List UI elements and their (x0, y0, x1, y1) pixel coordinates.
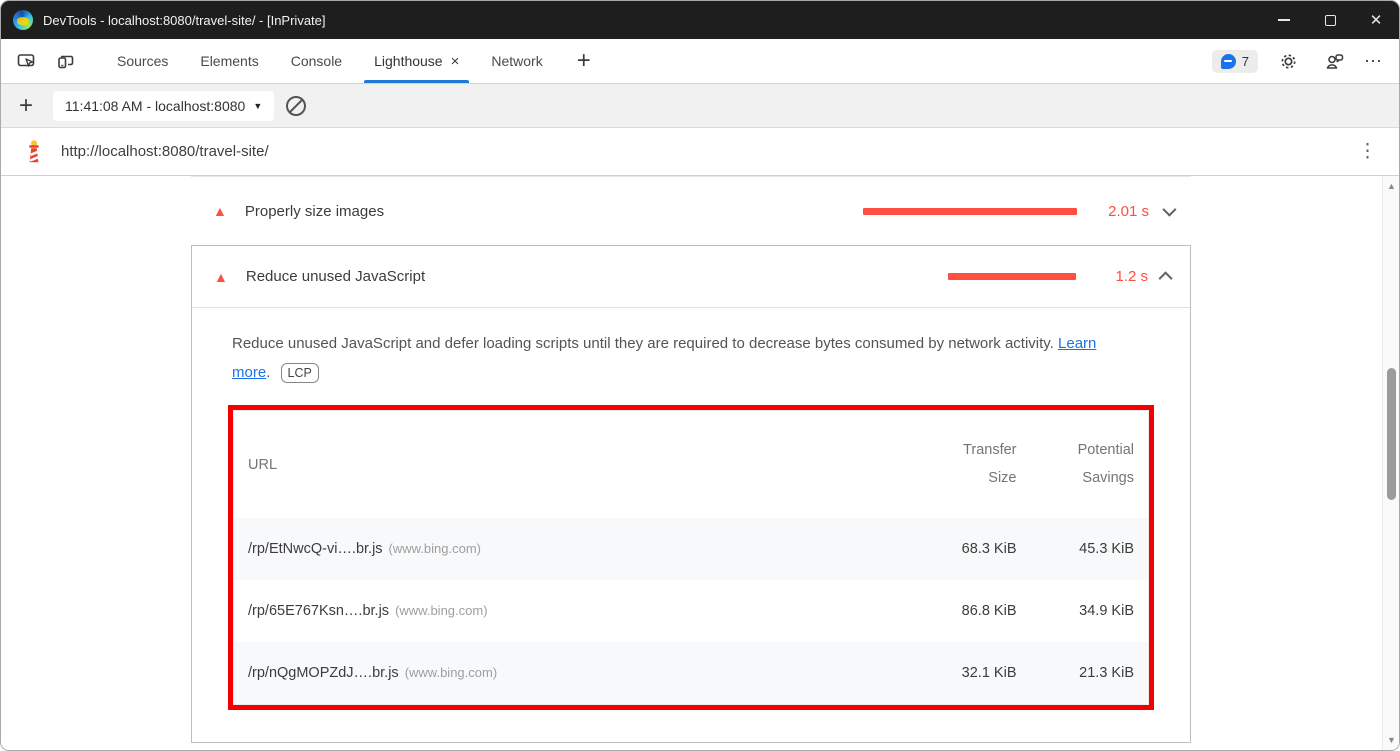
audit-title: Properly size images (244, 202, 385, 220)
highlighted-table-region: URL Transfer Size Potential Savings /rp/… (228, 405, 1154, 711)
transfer-size-cell: 32.1 KiB (961, 665, 1017, 682)
table-row: /rp/nQgMOPZdJ….br.js (www.bing.com) 32.1 … (233, 642, 1149, 705)
minimize-button[interactable] (1261, 1, 1307, 39)
tab-lighthouse[interactable]: Lighthouse × (358, 39, 475, 83)
devtools-window: DevTools - localhost:8080/travel-site/ -… (0, 0, 1400, 751)
maximize-icon (1324, 14, 1336, 26)
report-url-bar: http://localhost:8080/travel-site/ ⋮ (1, 128, 1399, 176)
tab-label: Console (290, 53, 343, 69)
fail-triangle-icon: ▲ (214, 268, 228, 285)
chevron-down-icon[interactable] (1162, 202, 1177, 217)
report-url: http://localhost:8080/travel-site/ (61, 143, 269, 160)
url-cell: /rp/EtNwcQ-vi….br.js (www.bing.com) (234, 518, 913, 580)
settings-button[interactable] (1272, 45, 1304, 77)
table-header-row: URL Transfer Size Potential Savings (234, 411, 1149, 519)
clear-reports-button[interactable] (286, 95, 307, 116)
audit-reduce-unused-javascript: ▲ Reduce unused JavaScript 1.2 s Reduce … (191, 245, 1191, 744)
maximize-button[interactable] (1307, 1, 1353, 39)
lighthouse-icon (29, 139, 39, 162)
fail-triangle-icon: ▲ (213, 203, 227, 219)
potential-savings-cell: 34.9 KiB (1079, 603, 1134, 620)
audit-impact-bar (948, 273, 1076, 280)
url-cell: /rp/nQgMOPZdJ….br.js (www.bing.com) (234, 642, 913, 705)
devtools-tab-bar: Sources Elements Console Lighthouse × Ne… (1, 39, 1399, 84)
table-row: /rp/65E767Ksn….br.js (www.bing.com) 86.8 … (234, 580, 1149, 642)
more-options-button[interactable]: ⋯ (1364, 51, 1383, 72)
lcp-metric-badge: LCP (280, 362, 319, 384)
resource-url: /rp/EtNwcQ-vi….br.js (248, 541, 383, 558)
report-content: ▲ Properly size images 2.01 s ▲ Reduce u… (1, 176, 1399, 750)
scroll-down-arrow[interactable]: ▼ (1383, 732, 1399, 748)
toggle-device-toolbar-button[interactable] (49, 45, 81, 77)
tab-sources[interactable]: Sources (101, 39, 184, 83)
audit-description: Reduce unused JavaScript and defer loadi… (192, 308, 1172, 387)
audit-value: 1.2 s (1115, 268, 1148, 285)
report-selector-label: 11:41:08 AM - localhost:8080 (65, 97, 246, 114)
devtools-toolbar-right: 7 ⋯ (1211, 39, 1399, 83)
audit-value: 2.01 s (1108, 202, 1149, 220)
unused-javascript-table: URL Transfer Size Potential Savings /rp/… (233, 410, 1149, 706)
scroll-up-arrow[interactable]: ▲ (1383, 178, 1399, 194)
audit-impact-bar (863, 207, 1077, 215)
new-report-button[interactable]: + (11, 92, 41, 120)
tab-label: Lighthouse (374, 53, 443, 69)
edge-logo-icon (13, 10, 33, 30)
tab-label: Sources (117, 53, 169, 69)
tab-label: Network (491, 53, 543, 69)
transfer-size-cell: 68.3 KiB (961, 541, 1017, 558)
scrollbar-thumb[interactable] (1387, 368, 1396, 500)
inspect-element-button[interactable] (11, 45, 43, 77)
add-tab-button[interactable]: + (559, 39, 609, 83)
gear-icon (1280, 53, 1296, 69)
audit-properly-size-images[interactable]: ▲ Properly size images 2.01 s (191, 177, 1191, 245)
resource-url: /rp/65E767Ksn….br.js (248, 603, 390, 620)
feedback-icon (1326, 54, 1344, 69)
device-toolbar-icon (58, 55, 74, 69)
inspect-icon (17, 54, 35, 67)
tab-label: Elements (200, 53, 259, 69)
audit-metric: 2.01 s (863, 202, 1177, 220)
audit-title: Reduce unused JavaScript (245, 268, 426, 285)
report-selector-dropdown[interactable]: 11:41:08 AM - localhost:8080 ▼ (53, 90, 275, 121)
chevron-up-icon[interactable] (1158, 270, 1173, 285)
tab-console[interactable]: Console (275, 39, 358, 83)
dropdown-caret-icon: ▼ (253, 100, 263, 111)
column-header-potential-savings: Potential Savings (1077, 442, 1134, 486)
resource-url: /rp/nQgMOPZdJ….br.js (248, 665, 399, 682)
potential-savings-cell: 45.3 KiB (1079, 541, 1134, 558)
audit-description-text: Reduce unused JavaScript and defer loadi… (232, 335, 1054, 352)
tab-close-icon[interactable]: × (451, 54, 460, 69)
lighthouse-toolbar: + 11:41:08 AM - localhost:8080 ▼ (1, 84, 1399, 128)
issues-bubble-icon (1220, 53, 1236, 69)
title-bar: DevTools - localhost:8080/travel-site/ -… (1, 1, 1399, 39)
devtools-tabs: Sources Elements Console Lighthouse × Ne… (101, 39, 609, 83)
report-menu-button[interactable]: ⋮ (1350, 140, 1385, 163)
devtools-tool-icons (1, 39, 87, 83)
url-cell: /rp/65E767Ksn….br.js (www.bing.com) (234, 580, 913, 642)
tab-network[interactable]: Network (475, 39, 558, 83)
window-controls: ✕ (1261, 1, 1399, 39)
close-icon: ✕ (1369, 11, 1383, 29)
issues-counter-button[interactable]: 7 (1211, 49, 1258, 73)
close-button[interactable]: ✕ (1353, 1, 1399, 39)
window-title: DevTools - localhost:8080/travel-site/ -… (43, 12, 326, 28)
audit-metric: 1.2 s (948, 268, 1173, 285)
resource-host: (www.bing.com) (395, 603, 488, 619)
feedback-button[interactable] (1318, 45, 1350, 77)
table-row: /rp/EtNwcQ-vi….br.js (www.bing.com) 68.3 … (233, 518, 1149, 581)
issues-count: 7 (1241, 53, 1249, 69)
potential-savings-cell: 21.3 KiB (1079, 665, 1134, 682)
audit-list: ▲ Properly size images 2.01 s ▲ Reduce u… (191, 176, 1191, 744)
column-header-transfer-size: Transfer Size (963, 442, 1017, 486)
transfer-size-cell: 86.8 KiB (961, 603, 1017, 620)
audit-header[interactable]: ▲ Reduce unused JavaScript 1.2 s (192, 246, 1190, 308)
column-header-url: URL (248, 456, 278, 473)
vertical-scrollbar[interactable]: ▲ ▼ (1382, 176, 1399, 750)
punctuation: . (266, 363, 271, 381)
resource-host: (www.bing.com) (388, 541, 482, 557)
tab-elements[interactable]: Elements (184, 39, 274, 83)
resource-host: (www.bing.com) (404, 665, 498, 681)
minimize-icon (1278, 19, 1290, 21)
